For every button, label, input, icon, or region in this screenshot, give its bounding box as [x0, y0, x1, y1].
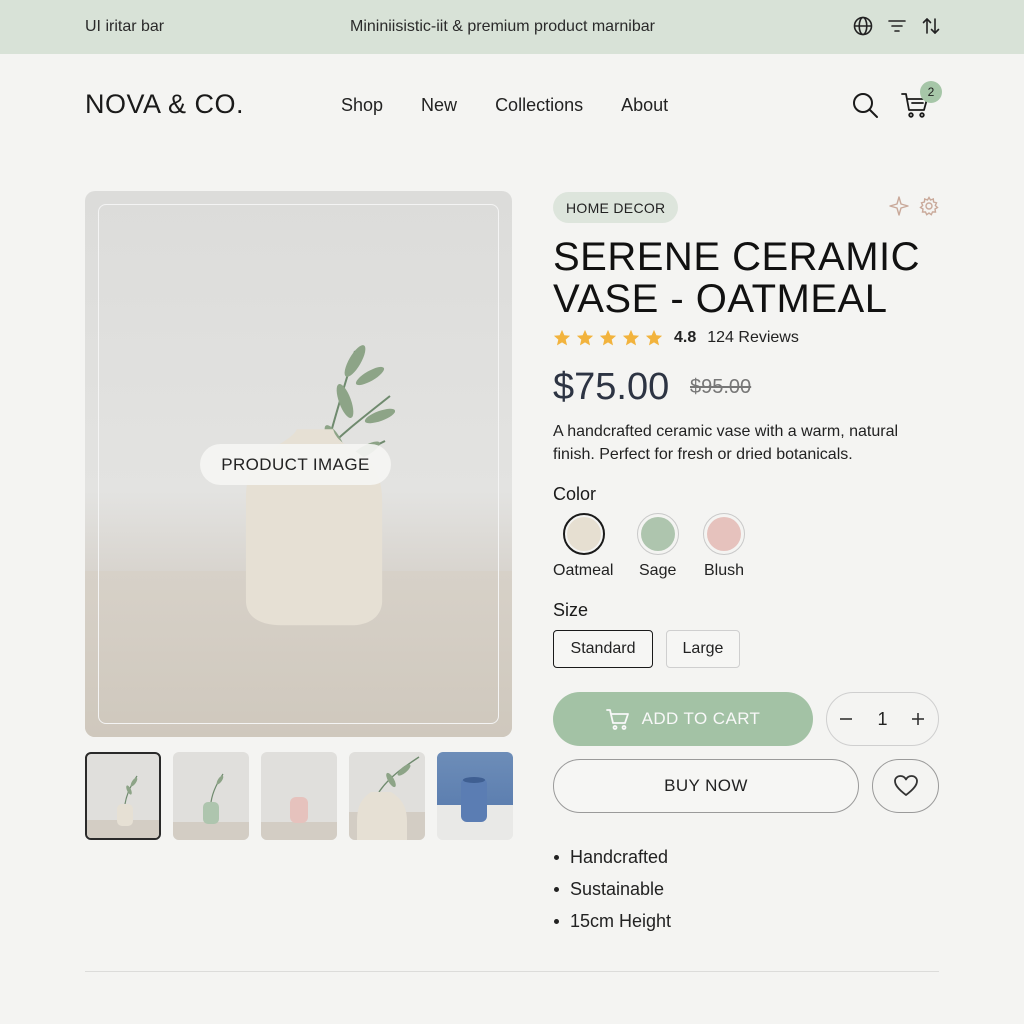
- feature-item: Sustainable: [553, 873, 671, 905]
- nav-item-collections[interactable]: Collections: [495, 95, 583, 116]
- feature-text: 15cm Height: [570, 910, 672, 931]
- thumbnail-blush[interactable]: [261, 752, 337, 840]
- nav-item-new[interactable]: New: [421, 95, 457, 116]
- original-price: $95.00: [690, 376, 752, 398]
- filter-icon[interactable]: [886, 15, 908, 37]
- thumbnail-strip: [85, 752, 513, 840]
- buy-now-button[interactable]: BUY NOW: [553, 759, 859, 813]
- category-badge: HOME DECOR: [553, 192, 679, 223]
- minus-icon[interactable]: [838, 711, 854, 727]
- size-option-large[interactable]: Large: [666, 630, 740, 668]
- feature-text: Handcrafted: [570, 846, 669, 867]
- thumbnail-blue-cup[interactable]: [437, 752, 513, 840]
- swatch-oatmeal[interactable]: [563, 513, 605, 555]
- cart-count-badge: 2: [920, 81, 942, 103]
- utility-bar-center-text: Mininiisistic-iit & premium product marn…: [350, 18, 655, 35]
- wishlist-button[interactable]: [872, 759, 939, 813]
- cart-icon: [605, 709, 629, 730]
- feature-item: 15cm Height: [553, 905, 671, 937]
- swatch-label-blush: Blush: [704, 562, 745, 579]
- brand-logo[interactable]: NOVA & CO.: [85, 89, 244, 120]
- size-label: Size: [553, 600, 589, 620]
- color-label: Color: [553, 484, 597, 504]
- plus-icon[interactable]: [910, 711, 926, 727]
- swatch-sage[interactable]: [637, 513, 679, 555]
- nav-item-shop[interactable]: Shop: [341, 95, 383, 116]
- footer-divider: [85, 971, 939, 972]
- star-icon: [576, 329, 594, 346]
- thumbnail-oatmeal[interactable]: [85, 752, 161, 840]
- rating-row: 4.8 124 Reviews: [553, 329, 799, 347]
- main-nav: Shop New Collections About: [341, 95, 668, 116]
- globe-icon[interactable]: [852, 15, 874, 37]
- swatch-blush[interactable]: [703, 513, 745, 555]
- rating-value: 4.8: [674, 329, 697, 346]
- quantity-value: 1: [877, 708, 888, 729]
- feature-list: Handcrafted Sustainable 15cm Height: [553, 841, 671, 937]
- product-description: A handcrafted ceramic vase with a warm, …: [553, 423, 899, 463]
- product-title: SERENE CERAMIC VASE - OATMEAL: [553, 235, 921, 321]
- gear-icon[interactable]: [919, 196, 939, 216]
- quantity-stepper[interactable]: 1: [826, 692, 939, 746]
- swatch-label-sage: Sage: [639, 562, 677, 579]
- swatch-label-oatmeal: Oatmeal: [553, 562, 614, 579]
- sort-icon[interactable]: [920, 15, 942, 37]
- star-icon: [645, 329, 663, 346]
- sparkle-icon[interactable]: [889, 196, 909, 216]
- thumbnail-sage[interactable]: [173, 752, 249, 840]
- feature-text: Sustainable: [570, 878, 665, 899]
- reviews-link[interactable]: 124 Reviews: [707, 329, 799, 347]
- add-to-cart-button[interactable]: ADD TO CART: [553, 692, 813, 746]
- feature-item: Handcrafted: [553, 841, 671, 873]
- product-main-image[interactable]: PRODUCT IMAGE: [85, 191, 512, 737]
- star-icon: [599, 329, 617, 346]
- utility-icons: [852, 15, 942, 37]
- utility-bar-left-text: UI iritar bar: [85, 18, 165, 35]
- thumbnail-closeup[interactable]: [349, 752, 425, 840]
- current-price: $75.00: [553, 366, 670, 408]
- heart-icon: [893, 775, 918, 796]
- add-to-cart-label: ADD TO CART: [641, 709, 761, 728]
- star-icon: [553, 329, 571, 346]
- nav-item-about[interactable]: About: [621, 95, 668, 116]
- star-icon: [622, 329, 640, 346]
- size-option-standard[interactable]: Standard: [553, 630, 653, 668]
- utility-bar: UI iritar bar Mininiisistic-iit & premiu…: [0, 0, 1024, 54]
- product-image-label: PRODUCT IMAGE: [200, 444, 391, 485]
- search-icon[interactable]: [851, 91, 879, 119]
